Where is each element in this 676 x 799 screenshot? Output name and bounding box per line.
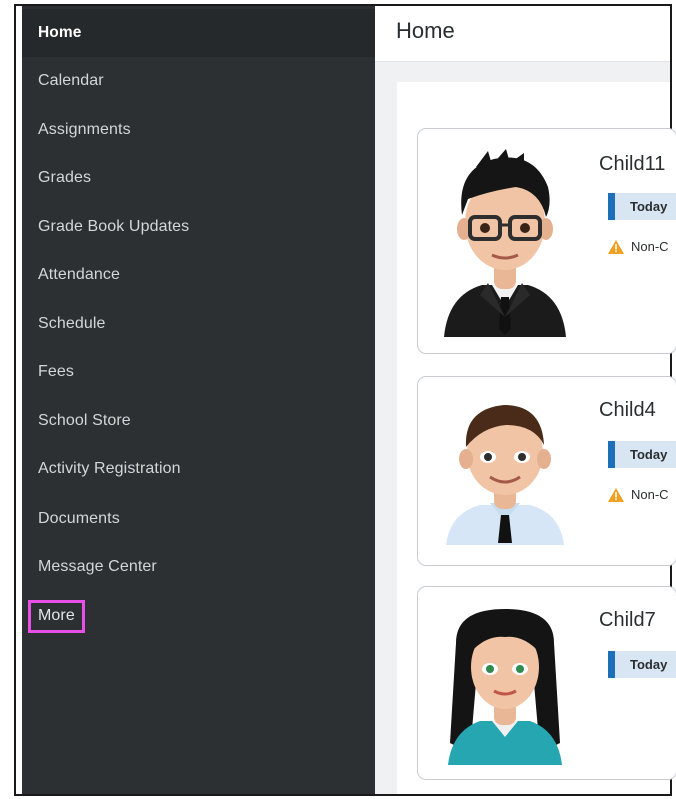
sidebar-item-label: Schedule xyxy=(38,315,106,332)
sidebar-item-label: Assignments xyxy=(38,121,131,138)
child-card[interactable]: Child4 Today Non-C xyxy=(417,376,676,566)
sidebar-item-label: Home xyxy=(38,24,82,41)
sidebar-item-label: School Store xyxy=(38,412,131,429)
sidebar-item-message-center[interactable]: Message Center xyxy=(22,543,375,591)
sidebar-item-schedule[interactable]: Schedule xyxy=(22,300,375,348)
content-panel: Child11 Today Non-C Child4 Today Non-C C… xyxy=(397,82,676,794)
sidebar-item-label: More xyxy=(38,606,75,624)
sidebar-item-assignments[interactable]: Assignments xyxy=(22,106,375,154)
sidebar-item-label: Activity Registration xyxy=(38,460,181,477)
alert-row[interactable]: Non-C xyxy=(608,239,669,254)
child-name[interactable]: Child11 xyxy=(599,153,665,176)
top-bar: Home xyxy=(375,6,670,62)
sidebar-item-label: Attendance xyxy=(38,266,120,283)
today-badge[interactable]: Today xyxy=(608,441,676,468)
alert-text: Non-C xyxy=(631,239,669,254)
sidebar-item-label: Grades xyxy=(38,169,92,186)
sidebar-item-label: Message Center xyxy=(38,558,157,575)
more-highlight-box: More xyxy=(28,599,85,633)
sidebar-item-label: Grade Book Updates xyxy=(38,218,190,235)
sidebar-item-calendar[interactable]: Calendar xyxy=(22,57,375,105)
alert-text: Non-C xyxy=(631,487,669,502)
today-badge[interactable]: Today xyxy=(608,651,676,678)
sidebar-item-attendance[interactable]: Attendance xyxy=(22,251,375,299)
main-content: Home Child11 Today Non-C Child4 Today No… xyxy=(375,6,676,794)
sidebar-item-label: Calendar xyxy=(38,72,104,89)
sidebar-item-documents[interactable]: Documents xyxy=(22,495,375,543)
sidebar-item-school-store[interactable]: School Store xyxy=(22,397,375,445)
child-card[interactable]: Child11 Today Non-C xyxy=(417,128,676,354)
sidebar-nav: Home Calendar Assignments Grades Grade B… xyxy=(22,6,375,794)
child-name[interactable]: Child7 xyxy=(599,609,656,632)
today-badge[interactable]: Today xyxy=(608,193,676,220)
child-card[interactable]: Child7 Today xyxy=(417,586,676,780)
sidebar-item-label: Fees xyxy=(38,363,74,380)
sidebar-item-home[interactable]: Home xyxy=(22,9,375,57)
warning-icon xyxy=(608,239,624,254)
sidebar-item-grades[interactable]: Grades xyxy=(22,154,375,202)
alert-row[interactable]: Non-C xyxy=(608,487,669,502)
warning-icon xyxy=(608,487,624,502)
sidebar-item-grade-book-updates[interactable]: Grade Book Updates xyxy=(22,203,375,251)
sidebar-item-label: Documents xyxy=(38,510,120,527)
child-name[interactable]: Child4 xyxy=(599,399,656,422)
sidebar-item-fees[interactable]: Fees xyxy=(22,348,375,396)
sidebar-item-activity-registration[interactable]: Activity Registration xyxy=(22,445,375,493)
girl-teal-top-icon xyxy=(448,609,562,765)
boy-with-glasses-suit-icon xyxy=(444,149,566,337)
sidebar-item-more[interactable]: More xyxy=(22,592,375,640)
boy-shirt-tie-icon xyxy=(446,405,564,545)
page-title: Home xyxy=(396,18,455,43)
